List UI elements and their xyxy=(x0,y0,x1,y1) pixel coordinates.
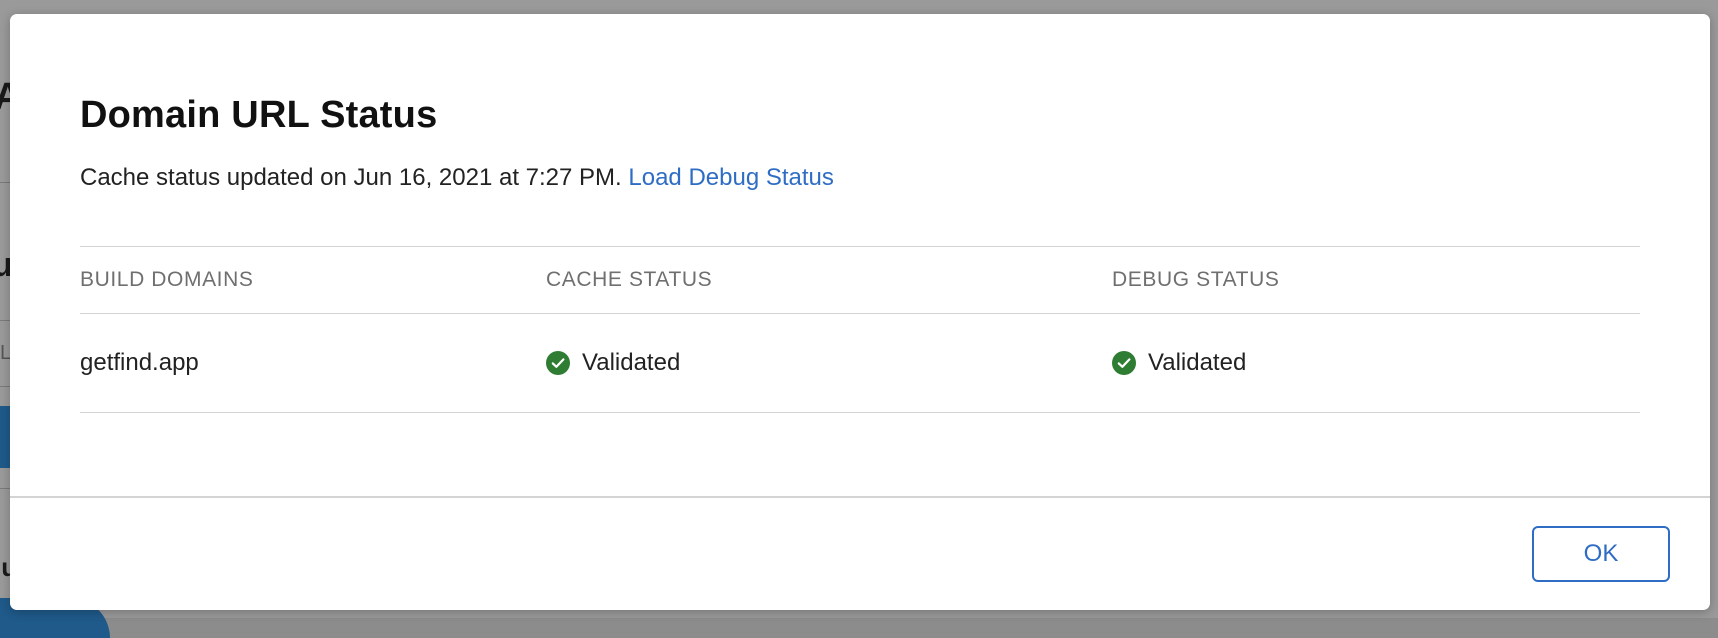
table-row: getfind.app Validated Validated xyxy=(80,313,1640,413)
domain-url-status-dialog: Domain URL Status Cache status updated o… xyxy=(10,14,1710,610)
column-header-cache-status: CACHE STATUS xyxy=(546,246,1112,314)
check-circle-icon xyxy=(1112,351,1136,375)
debug-status-cell: Validated xyxy=(1112,313,1640,413)
cache-status-text: Cache status updated on Jun 16, 2021 at … xyxy=(80,164,622,191)
dialog-title: Domain URL Status xyxy=(80,94,438,136)
load-debug-status-link[interactable]: Load Debug Status xyxy=(628,164,834,191)
ok-button[interactable]: OK xyxy=(1532,526,1670,582)
table-header-row: BUILD DOMAINS CACHE STATUS DEBUG STATUS xyxy=(80,246,1640,314)
dialog-footer-divider xyxy=(10,496,1710,498)
check-circle-icon xyxy=(546,351,570,375)
column-header-debug-status: DEBUG STATUS xyxy=(1112,246,1640,314)
domain-status-table: BUILD DOMAINS CACHE STATUS DEBUG STATUS … xyxy=(80,246,1640,413)
cache-status-value: Validated xyxy=(582,349,681,376)
cache-status-line: Cache status updated on Jun 16, 2021 at … xyxy=(80,164,834,192)
column-header-build-domains: BUILD DOMAINS xyxy=(80,246,546,314)
cache-status-cell: Validated xyxy=(546,313,1112,413)
domain-cell: getfind.app xyxy=(80,313,546,413)
debug-status-value: Validated xyxy=(1148,349,1247,376)
